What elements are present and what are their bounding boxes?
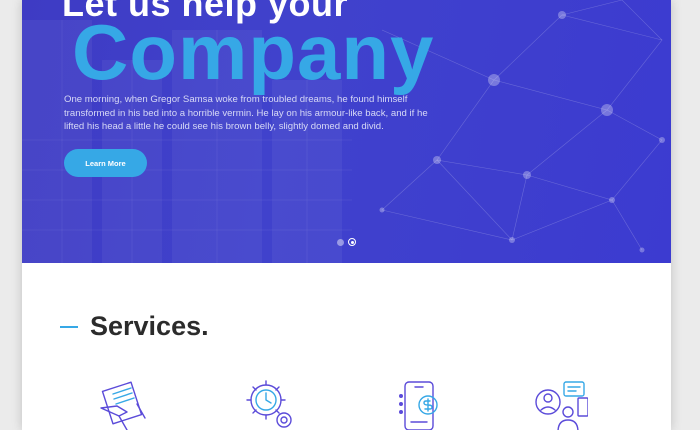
gear-clock-icon xyxy=(246,380,292,428)
slider-dot-2-active[interactable] xyxy=(348,238,356,246)
hero-paragraph: One morning, when Gregor Samsa woke from… xyxy=(64,94,428,132)
page-card: Let us help your Company One morning, wh… xyxy=(22,0,671,430)
services-accent-line xyxy=(60,326,78,328)
support-agents-icon xyxy=(535,381,588,430)
slider-pagination xyxy=(337,238,356,246)
hero-company-heading: Company xyxy=(72,8,435,96)
document-pen-icon xyxy=(100,381,146,430)
hero-banner: Let us help your Company One morning, wh… xyxy=(22,0,671,263)
mobile-payment-icon xyxy=(398,381,438,430)
slider-dot-1[interactable] xyxy=(337,238,344,246)
services-heading: Services. xyxy=(90,311,209,341)
learn-more-button[interactable]: Learn More xyxy=(64,149,147,177)
